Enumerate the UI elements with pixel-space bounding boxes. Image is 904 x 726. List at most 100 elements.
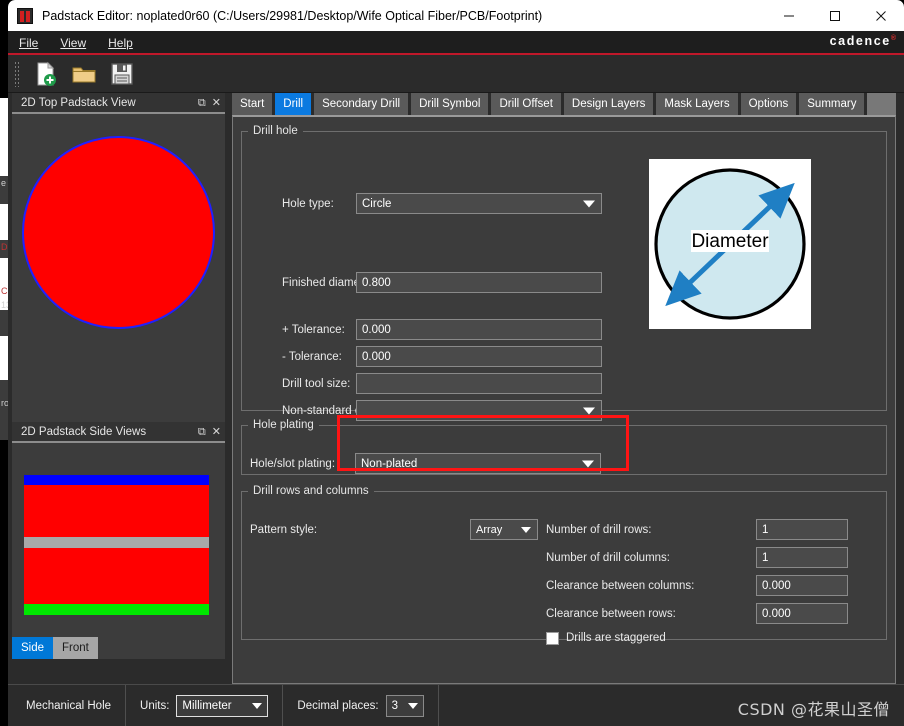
plus-tolerance-label: + Tolerance: [282,324,345,336]
watermark: CSDN @花果山圣僧 [737,700,890,719]
chevron-down-icon [582,460,594,467]
chevron-down-icon [521,526,531,533]
clearance-rows-label: Clearance between rows: [546,608,676,620]
side-views-canvas[interactable] [12,443,225,637]
menu-bar: File View Help cadence® [8,31,904,55]
diameter-diagram-svg: Diameter [654,168,806,320]
close-button[interactable] [858,0,904,31]
tab-drill-symbol[interactable]: Drill Symbol [411,93,489,115]
clearance-columns-input[interactable]: 0.000 [756,575,848,596]
save-button[interactable] [103,57,141,91]
drill-tool-size-label: Drill tool size: [282,378,351,390]
hole-plating-legend: Hole plating [253,419,314,431]
non-standard-drill-combo[interactable] [356,400,602,421]
right-pane: Start Drill Secondary Drill Drill Symbol… [232,93,896,684]
close-icon[interactable]: ✕ [212,427,221,438]
maximize-button[interactable] [812,0,858,31]
decimal-places-value: 3 [391,699,398,712]
num-drill-rows-label: Number of drill rows: [546,524,652,536]
side-view-tabs: Side Front [12,637,225,659]
units-cell: Units: Millimeter [126,684,284,726]
maximize-icon [830,10,840,21]
menu-view[interactable]: View [49,31,97,55]
menu-help[interactable]: Help [97,31,144,55]
plus-tolerance-input[interactable]: 0.000 [356,319,602,340]
pattern-style-value: Array [476,523,503,536]
tab-secondary-drill[interactable]: Secondary Drill [314,93,409,115]
drills-staggered-label: Drills are staggered [566,632,666,644]
bottom-pad-layer [24,548,209,604]
decimal-places-label: Decimal places: [297,699,379,712]
close-icon[interactable]: ✕ [212,98,221,109]
minus-tolerance-value: 0.000 [362,350,391,363]
padstack-editor-icon [17,7,33,24]
plus-tolerance-value: 0.000 [362,323,391,336]
num-drill-columns-input[interactable]: 1 [756,547,848,568]
num-drill-rows-input[interactable]: 1 [756,519,848,540]
drill-tab-page: Drill hole Hole type: Circle Finished di… [232,115,896,684]
view-tab-front[interactable]: Front [53,637,98,659]
hole-plating-group: Hole plating Hole/slot plating: Non-plat… [241,419,887,475]
title-bar: Padstack Editor: noplated0r60 (C:/Users/… [8,0,904,31]
clearance-rows-input[interactable]: 0.000 [756,603,848,624]
top-padstack-view-canvas[interactable] [12,114,225,422]
menu-file[interactable]: File [8,31,49,55]
drill-rows-columns-group: Drill rows and columns Pattern style: Ar… [241,485,887,645]
view-tab-side[interactable]: Side [12,637,54,659]
units-combo[interactable]: Millimeter [176,694,269,717]
hole-slot-plating-combo[interactable]: Non-plated [355,453,601,474]
clearance-columns-value: 0.000 [762,579,791,592]
pad-circle-shape [22,136,215,329]
chevron-down-icon [252,702,263,709]
chevron-down-icon [583,200,595,207]
top-mask-layer [24,475,209,485]
tab-options[interactable]: Options [740,93,797,115]
tab-drill-offset[interactable]: Drill Offset [491,93,561,115]
diameter-caption: Diameter [691,231,769,252]
bottom-mask-layer [24,604,209,615]
decimal-places-combo[interactable]: 3 [385,694,424,717]
minus-tolerance-input[interactable]: 0.000 [356,346,602,367]
drill-tool-size-input[interactable] [356,373,602,394]
num-drill-rows-value: 1 [762,523,769,536]
drills-staggered-checkbox[interactable] [546,632,559,645]
toolbar [8,55,904,93]
chevron-down-icon [407,702,418,709]
padstack-layer-stack [24,475,209,615]
drill-hole-legend: Drill hole [253,125,298,137]
new-padstack-button[interactable] [27,57,65,91]
menu-help-label: Help [108,36,133,50]
menu-file-label: File [19,36,39,50]
hole-slot-plating-label: Hole/slot plating: [250,458,336,470]
drill-rows-columns-legend: Drill rows and columns [253,485,369,497]
chevron-down-icon [583,407,595,414]
finished-diameter-input[interactable]: 0.800 [356,272,602,293]
float-icon[interactable]: ⧉ [198,98,206,109]
cadence-wordmark: cadence [829,34,891,48]
units-label: Units: [140,699,170,712]
new-padstack-icon [37,61,56,86]
tab-mask-layers[interactable]: Mask Layers [656,93,738,115]
hole-type-combo[interactable]: Circle [356,193,602,214]
tab-summary[interactable]: Summary [799,93,865,115]
minus-tolerance-label: - Tolerance: [282,351,342,363]
bg-fragment-2: C [1,286,8,296]
cadence-logo: cadence® [830,34,896,48]
mode-label: Mechanical Hole [26,699,112,712]
window-title: Padstack Editor: noplated0r60 (C:/Users/… [42,8,543,23]
toolbar-grip[interactable] [14,60,21,87]
top-pad-layer [24,485,209,537]
pattern-style-combo[interactable]: Array [470,519,538,540]
cadence-registered-mark: ® [890,34,896,42]
hole-type-value: Circle [362,197,392,210]
tab-drill[interactable]: Drill [275,93,312,115]
float-icon[interactable]: ⧉ [198,427,206,438]
open-folder-button[interactable] [65,57,103,91]
left-dock: 2D Top Padstack View ⧉ ✕ 2D Padstack Sid… [12,93,225,684]
tab-start[interactable]: Start [232,93,273,115]
num-drill-columns-value: 1 [762,551,769,564]
status-bar: Mechanical Hole Units: Millimeter Decima… [8,684,904,726]
minimize-button[interactable] [766,0,812,31]
tab-design-layers[interactable]: Design Layers [563,93,654,115]
top-padstack-panel-label: 2D Top Padstack View [21,96,136,109]
